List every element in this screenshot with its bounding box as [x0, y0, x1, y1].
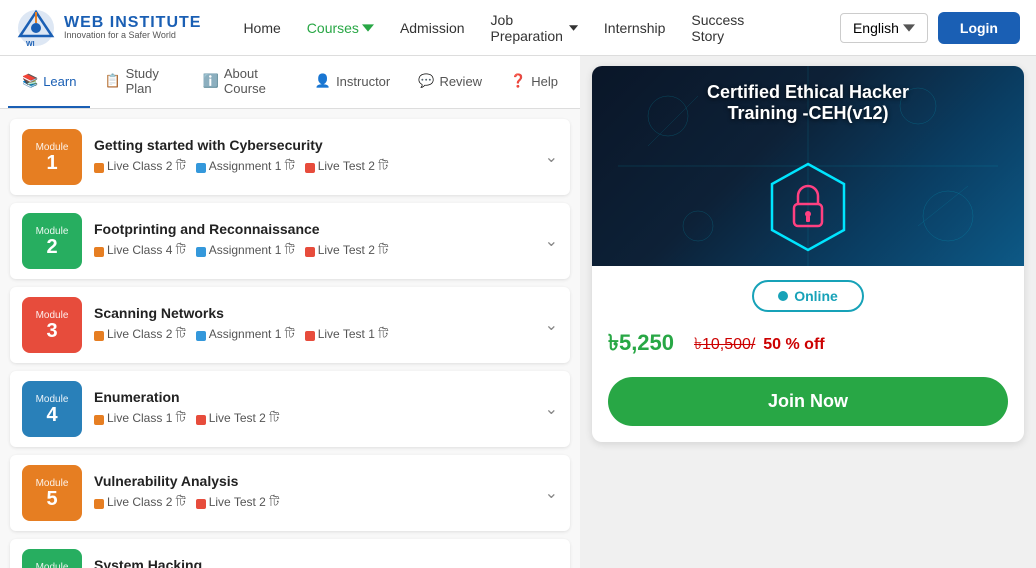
module-info-5: Vulnerability Analysis Live Class 2 টি L… — [94, 473, 533, 514]
tab-help[interactable]: ❓ Help — [496, 56, 572, 108]
logo-subtitle: Innovation for a Safer World — [64, 31, 201, 41]
navbar: WI WEB INSTITUTE Innovation for a Safer … — [0, 0, 1036, 56]
modules-list: Module 1 Getting started with Cybersecur… — [0, 109, 580, 568]
module-title-2: Footprinting and Reconnaissance — [94, 221, 533, 237]
module-header-6[interactable]: Module 6 System Hacking Live Class 2 টি — [10, 539, 570, 568]
left-panel: 📚 Learn 📋 Study Plan ℹ️ About Course 👤 I… — [0, 56, 580, 568]
module-card-4: Module 4 Enumeration Live Class 1 টি — [10, 371, 570, 447]
logo-text: WEB INSTITUTE Innovation for a Safer Wor… — [64, 14, 201, 41]
module-card-2: Module 2 Footprinting and Reconnaissance… — [10, 203, 570, 279]
module-header-1[interactable]: Module 1 Getting started with Cybersecur… — [10, 119, 570, 195]
login-button[interactable]: Login — [938, 12, 1020, 44]
course-image: Certified Ethical Hacker Training -CEH(v… — [592, 66, 1024, 266]
module-header-5[interactable]: Module 5 Vulnerability Analysis Live Cla… — [10, 455, 570, 531]
tab-review[interactable]: 💬 Review — [404, 56, 496, 108]
tab-learn[interactable]: 📚 Learn — [8, 56, 90, 108]
learn-icon: 📚 — [22, 73, 38, 89]
course-title-overlay: Certified Ethical Hacker Training -CEH(v… — [592, 82, 1024, 124]
module-title-1: Getting started with Cybersecurity — [94, 137, 533, 153]
chevron-down-icon — [903, 22, 915, 34]
help-icon: ❓ — [510, 73, 526, 89]
module-title-6: System Hacking — [94, 557, 533, 568]
chevron-down-icon: ⌄ — [545, 147, 558, 167]
main-content: 📚 Learn 📋 Study Plan ℹ️ About Course 👤 I… — [0, 56, 1036, 568]
nav-courses[interactable]: Courses — [297, 14, 384, 42]
module-meta-2: Live Class 4 টি Assignment 1 টি Live Tes… — [94, 242, 533, 262]
module-info-1: Getting started with Cybersecurity Live … — [94, 137, 533, 178]
module-title-4: Enumeration — [94, 389, 533, 405]
chevron-down-icon: ⌄ — [545, 315, 558, 335]
module-title-5: Vulnerability Analysis — [94, 473, 533, 489]
lock-hexagon-icon — [768, 162, 848, 252]
module-title-3: Scanning Networks — [94, 305, 533, 321]
live-test-dot — [305, 163, 315, 173]
chevron-down-icon: ⌄ — [545, 399, 558, 419]
online-badge: Online — [752, 280, 864, 312]
price-discount: 50 % off — [763, 336, 824, 353]
module-card-1: Module 1 Getting started with Cybersecur… — [10, 119, 570, 195]
module-info-2: Footprinting and Reconnaissance Live Cla… — [94, 221, 533, 262]
module-meta-5: Live Class 2 টি Live Test 2 টি — [94, 494, 533, 514]
module-info-4: Enumeration Live Class 1 টি Live Test 2 … — [94, 389, 533, 430]
module-info-6: System Hacking Live Class 2 টি Live Test… — [94, 557, 533, 568]
logo-icon: WI — [16, 8, 56, 48]
chevron-down-icon: ⌄ — [545, 231, 558, 251]
online-label: Online — [794, 288, 838, 304]
tabs-bar: 📚 Learn 📋 Study Plan ℹ️ About Course 👤 I… — [0, 56, 580, 109]
module-card-6: Module 6 System Hacking Live Class 2 টি — [10, 539, 570, 568]
svg-text:WI: WI — [26, 41, 35, 48]
logo: WI WEB INSTITUTE Innovation for a Safer … — [16, 8, 201, 48]
module-header-3[interactable]: Module 3 Scanning Networks Live Class 2 … — [10, 287, 570, 363]
join-now-button[interactable]: Join Now — [608, 377, 1008, 426]
instructor-icon: 👤 — [315, 73, 331, 89]
module-header-4[interactable]: Module 4 Enumeration Live Class 1 টি — [10, 371, 570, 447]
nav-links: Home Courses Admission Job Preparation I… — [233, 6, 754, 50]
course-title-line1: Certified Ethical Hacker — [592, 82, 1024, 103]
module-meta-1: Live Class 2 টি Assignment 1 টি Live Tes… — [94, 158, 533, 178]
module-meta-3: Live Class 2 টি Assignment 1 টি Live Tes… — [94, 326, 533, 346]
logo-title: WEB INSTITUTE — [64, 14, 201, 32]
online-dot — [778, 291, 788, 301]
module-card-3: Module 3 Scanning Networks Live Class 2 … — [10, 287, 570, 363]
module-info-3: Scanning Networks Live Class 2 টি Assign… — [94, 305, 533, 346]
module-card-5: Module 5 Vulnerability Analysis Live Cla… — [10, 455, 570, 531]
study-plan-icon: 📋 — [104, 73, 120, 89]
nav-internship[interactable]: Internship — [594, 14, 675, 42]
price-details: ৳10,500/ 50 % off — [690, 331, 825, 358]
price-original: ৳10,500/ — [694, 336, 755, 353]
module-badge-1: Module 1 — [22, 129, 82, 185]
review-icon: 💬 — [418, 73, 434, 89]
module-badge-4: Module 4 — [22, 381, 82, 437]
language-selector[interactable]: English — [840, 13, 928, 43]
assignment-dot — [196, 163, 206, 173]
course-card: Certified Ethical Hacker Training -CEH(v… — [592, 66, 1024, 442]
tab-about-course[interactable]: ℹ️ About Course — [189, 56, 301, 108]
about-icon: ℹ️ — [203, 73, 219, 89]
module-badge-2: Module 2 — [22, 213, 82, 269]
course-title-line2: Training -CEH(v12) — [592, 103, 1024, 124]
nav-home[interactable]: Home — [233, 14, 290, 42]
module-badge-5: Module 5 — [22, 465, 82, 521]
module-badge-6: Module 6 — [22, 549, 82, 568]
chevron-down-icon: ⌄ — [545, 483, 558, 503]
language-label: English — [853, 20, 899, 36]
module-header-2[interactable]: Module 2 Footprinting and Reconnaissance… — [10, 203, 570, 279]
module-badge-3: Module 3 — [22, 297, 82, 353]
price-main: ৳5,250 — [608, 326, 674, 363]
tab-study-plan[interactable]: 📋 Study Plan — [90, 56, 188, 108]
nav-admission[interactable]: Admission — [390, 14, 475, 42]
tab-instructor[interactable]: 👤 Instructor — [301, 56, 404, 108]
nav-success-story[interactable]: Success Story — [681, 6, 754, 50]
price-row: ৳5,250 ৳10,500/ 50 % off — [592, 326, 1024, 377]
right-panel: Certified Ethical Hacker Training -CEH(v… — [580, 56, 1036, 568]
module-meta-4: Live Class 1 টি Live Test 2 টি — [94, 410, 533, 430]
nav-job-preparation[interactable]: Job Preparation — [481, 6, 588, 50]
live-class-dot — [94, 163, 104, 173]
